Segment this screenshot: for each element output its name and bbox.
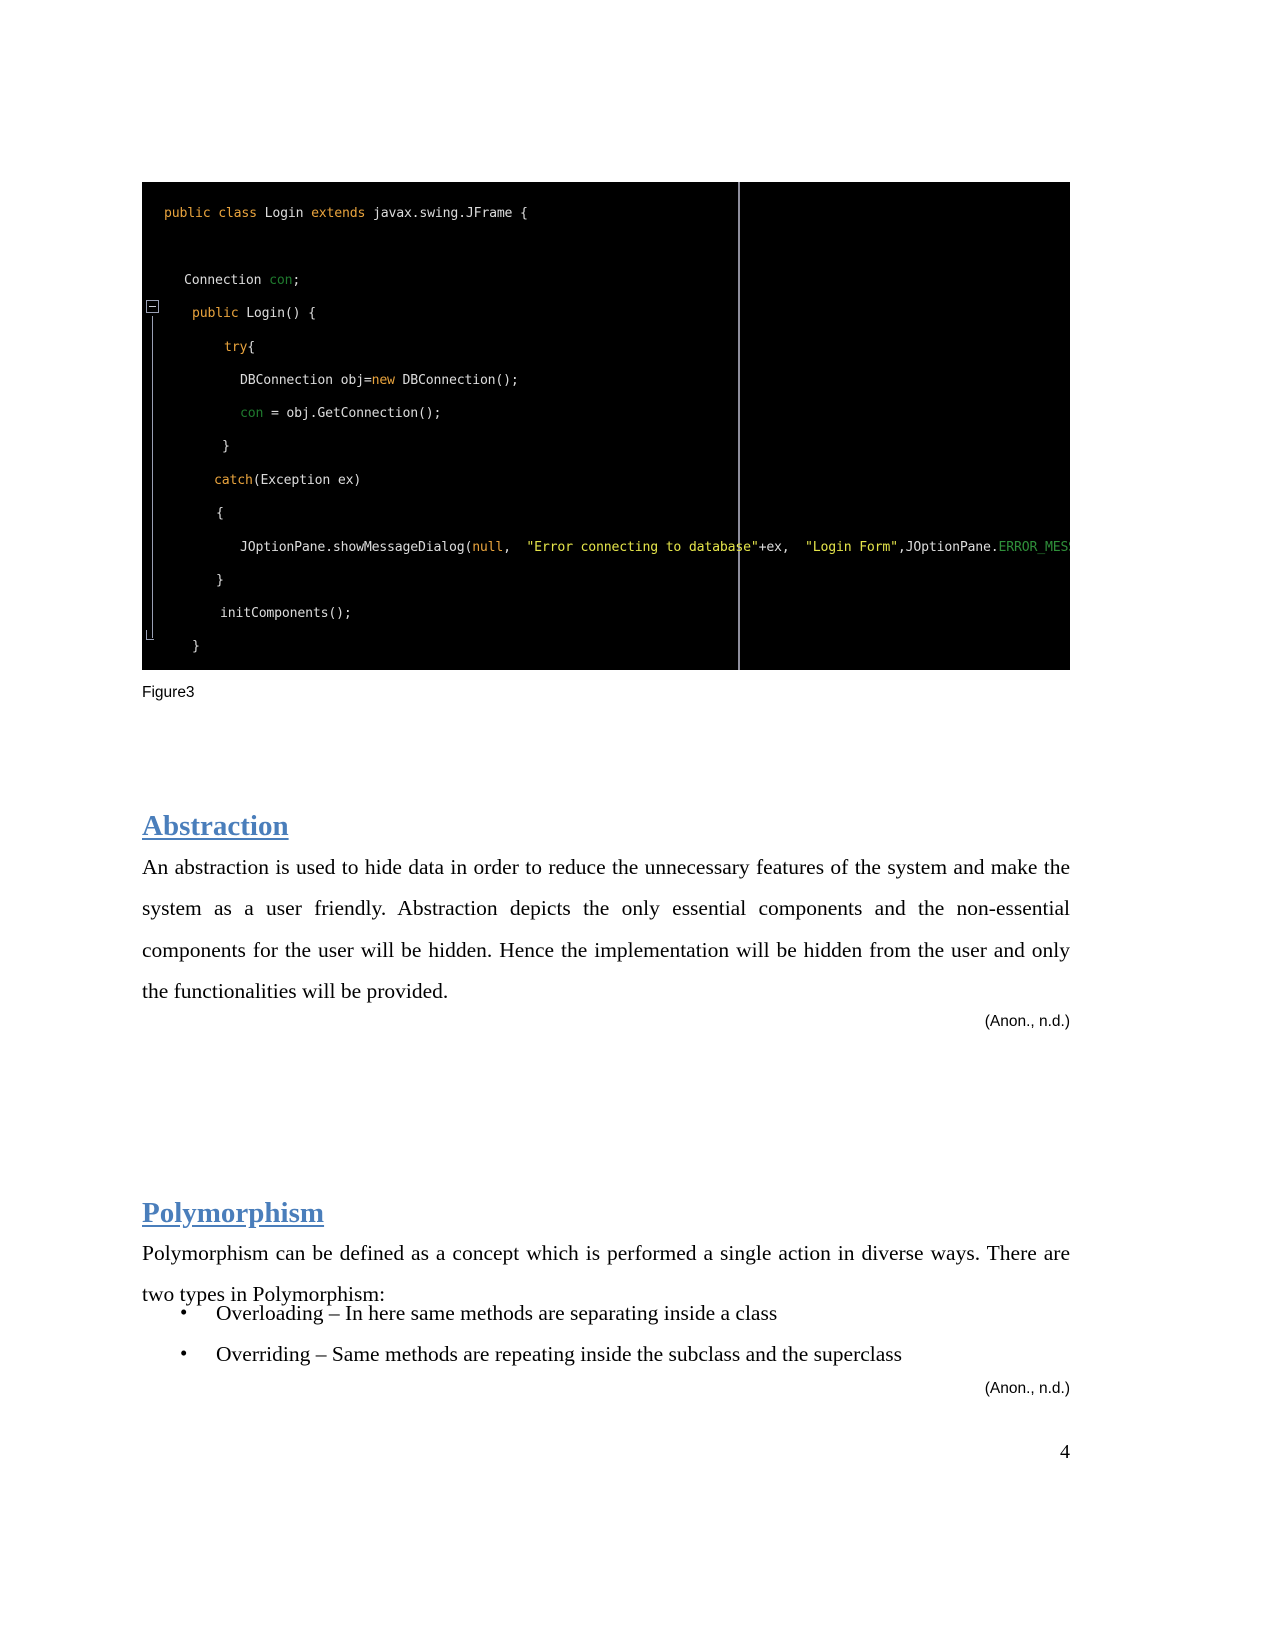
code-token: Login() { (246, 306, 316, 321)
code-token: JOptionPane.showMessageDialog( (240, 540, 473, 555)
code-token: = obj.GetConnection(); (263, 406, 442, 421)
code-line: Connection con; (184, 274, 300, 288)
code-token: "Login Form" (797, 540, 898, 555)
code-line: public Login() { (192, 307, 316, 321)
code-token: public (164, 206, 219, 221)
code-token: ; (292, 273, 301, 288)
code-token: class (218, 206, 265, 221)
polymorphism-bullet-list: Overloading – In here same methods are s… (142, 1292, 1070, 1375)
code-fold-guide-line (152, 316, 153, 638)
code-line: } (192, 640, 200, 654)
code-token: null (472, 540, 504, 555)
page-number: 4 (1060, 1441, 1070, 1463)
code-line: } (216, 574, 224, 588)
code-line: { (216, 507, 224, 521)
list-item: Overriding – Same methods are repeating … (142, 1333, 1070, 1375)
code-token: ERROR_MESSAGE (998, 540, 1070, 555)
code-line: try{ (224, 341, 255, 355)
code-line: } (222, 440, 230, 454)
paragraph-abstraction: An abstraction is used to hide data in o… (142, 854, 1070, 1004)
code-token: ,JOptionPane. (897, 540, 999, 555)
document-page: public class Login extends javax.swing.J… (0, 0, 1275, 1651)
code-line: public class Login extends javax.swing.J… (164, 207, 528, 221)
code-token: { (216, 506, 224, 521)
code-token: javax.swing.JFrame { (372, 206, 528, 221)
code-token: new (371, 373, 403, 388)
code-token: initComponents(); (220, 606, 352, 621)
code-token: } (216, 573, 224, 588)
list-item: Overloading – In here same methods are s… (142, 1292, 1070, 1334)
code-line: initComponents(); (220, 607, 352, 621)
figure-caption: Figure3 (142, 684, 195, 701)
citation-polymorphism: (Anon., n.d.) (984, 1380, 1070, 1397)
code-token: , (503, 540, 519, 555)
code-line: JOptionPane.showMessageDialog(null, "Err… (240, 541, 1070, 555)
code-token: con (240, 406, 264, 421)
code-token: } (222, 439, 230, 454)
code-token: "Error connecting to database" (518, 540, 759, 555)
code-token: { (247, 340, 255, 355)
code-line: DBConnection obj=new DBConnection(); (240, 374, 519, 388)
code-token: try (224, 340, 248, 355)
code-token: } (192, 639, 200, 654)
code-screenshot-figure: public class Login extends javax.swing.J… (142, 182, 1070, 670)
code-token: DBConnection(); (402, 373, 519, 388)
code-token: (Exception ex) (252, 473, 362, 488)
code-line: con = obj.GetConnection(); (240, 407, 441, 421)
editor-margin-rule (738, 182, 740, 670)
code-fold-end-marker (146, 630, 154, 640)
code-token: DBConnection obj= (240, 373, 372, 388)
heading-abstraction: Abstraction (142, 810, 289, 843)
heading-polymorphism: Polymorphism (142, 1197, 325, 1230)
code-token: public (192, 306, 247, 321)
code-token: catch (214, 473, 253, 488)
code-fold-collapse-icon[interactable] (146, 300, 159, 313)
code-token: +ex, (758, 540, 798, 555)
code-token: Login (264, 206, 312, 221)
code-token: extends (311, 206, 373, 221)
code-token: Connection (184, 273, 270, 288)
code-line: catch(Exception ex) (214, 474, 361, 488)
citation-abstraction: (Anon., n.d.) (984, 1013, 1070, 1030)
code-token: con (269, 273, 293, 288)
